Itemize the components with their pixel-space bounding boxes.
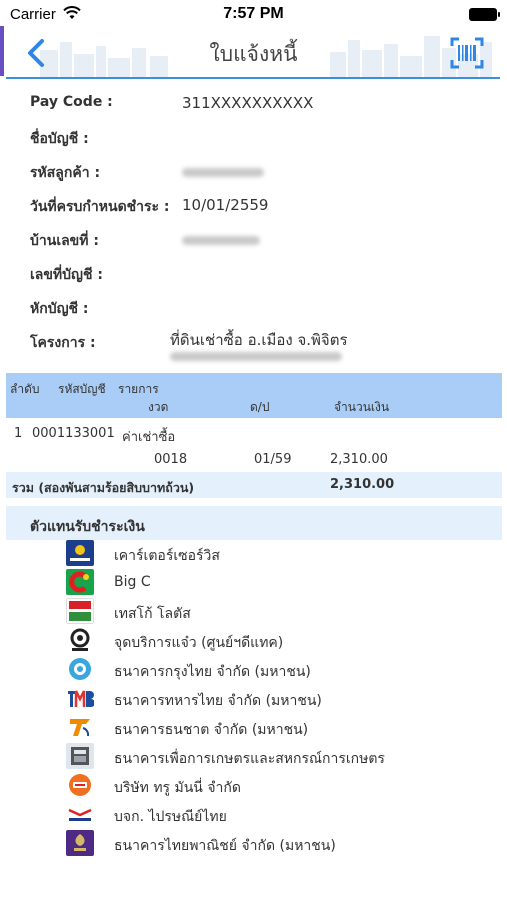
house-number-label: บ้านเลขที่ : (30, 233, 99, 249)
agent-name: เคาร์เตอร์เซอร์วิส (114, 548, 220, 564)
col-period: ด/ป (250, 400, 270, 414)
house-number-row: บ้านเลขที่ : (30, 222, 490, 252)
agent-scb: ธนาคารไทยพาณิชย์ จำกัด (มหาชน) (66, 830, 486, 858)
row-amount: 2,310.00 (330, 452, 388, 467)
items-table-header: ลำดับ รหัสบัญชี รายการ งวด ด/ป จำนวนเงิน (6, 373, 502, 418)
page-title: ใบแจ้งหนี้ (209, 42, 298, 66)
thailand-post-logo (66, 801, 94, 827)
account-number-label: เลขที่บัญชี : (30, 267, 103, 283)
tesco-lotus-logo (66, 598, 94, 624)
due-date-value: 10/01/2559 (182, 196, 269, 214)
agent-name: ธนาคารธนชาต จำกัด (มหาชน) (114, 722, 309, 738)
agent-name: จุดบริการแจ๋ว (ศูนย์ฯดีแทค) (114, 635, 284, 651)
agent-name: ธนาคารกรุงไทย จำกัด (มหาชน) (114, 664, 311, 680)
account-name-row: ชื่อบัญชี : (30, 120, 490, 150)
jaew-service-logo (66, 627, 94, 653)
debit-account-label: หักบัญชี : (30, 301, 89, 317)
redacted-customer-code (182, 168, 264, 177)
battery-icon (469, 8, 500, 21)
agent-tesco-lotus: เทสโก้ โลตัส (66, 598, 486, 626)
agent-name: บจก. ไปรษณีย์ไทย (114, 809, 227, 825)
total-amount: 2,310.00 (330, 477, 395, 492)
row-installment: 0018 (154, 452, 188, 467)
pay-code-value: 311XXXXXXXXXX (182, 94, 314, 112)
total-label: รวม (สองพันสามร้อยสิบบาทถ้วน) (12, 480, 195, 495)
agent-name: ธนาคารไทยพาณิชย์ จำกัด (มหาชน) (114, 838, 336, 854)
agent-tmb: ธนาคารทหารไทย จำกัด (มหาชน) (66, 685, 486, 713)
thanachart-logo (66, 714, 94, 740)
debit-account-row: หักบัญชี : (30, 290, 490, 320)
project-row: โครงการ : ที่ดินเช่าซื้อ อ.เมือง จ.พิจิต… (30, 324, 490, 370)
agent-thanachart: ธนาคารธนชาต จำกัด (มหาชน) (66, 714, 486, 742)
scb-logo (66, 830, 94, 856)
agent-big-c: Big C (66, 569, 486, 597)
row-item: ค่าเช่าซื้อ (122, 430, 176, 445)
due-date-row: วันที่ครบกำหนดชำระ : 10/01/2559 (30, 188, 490, 218)
barcode-scan-button[interactable] (450, 37, 484, 69)
agent-name: บริษัท ทรู มันนี่ จำกัด (114, 780, 241, 796)
row-seq: 1 (14, 426, 23, 441)
payment-agents-title: ตัวแทนรับชำระเงิน (30, 519, 145, 535)
account-number-row: เลขที่บัญชี : (30, 256, 490, 286)
row-account-code: 0001133001 (32, 426, 115, 441)
agent-name: เทสโก้ โลตัส (114, 606, 191, 622)
status-bar: Carrier 7:57 PM (0, 0, 507, 30)
agent-jaew-service: จุดบริการแจ๋ว (ศูนย์ฯดีแทค) (66, 627, 486, 655)
nav-divider (6, 77, 500, 79)
col-account-code: รหัสบัญชี (58, 382, 106, 396)
project-label: โครงการ : (30, 335, 96, 351)
agent-baac: ธนาคารเพื่อการเกษตรและสหกรณ์การเกษตร (66, 743, 486, 771)
payment-agents-header: ตัวแทนรับชำระเงิน (6, 506, 502, 540)
col-amount: จำนวนเงิน (334, 400, 390, 414)
pay-code-row: Pay Code : 311XXXXXXXXXX (30, 86, 490, 116)
agent-thailand-post: บจก. ไปรษณีย์ไทย (66, 801, 486, 829)
navigation-bar: ใบแจ้งหนี้ (0, 28, 507, 78)
agent-truemoney: บริษัท ทรู มันนี่ จำกัด (66, 772, 486, 800)
account-name-label: ชื่อบัญชี : (30, 131, 89, 147)
agent-name: ธนาคารทหารไทย จำกัด (มหาชน) (114, 693, 322, 709)
agent-krungthai: ธนาคารกรุงไทย จำกัด (มหาชน) (66, 656, 486, 684)
counter-service-logo (66, 540, 94, 566)
total-row: รวม (สองพันสามร้อยสิบบาทถ้วน) 2,310.00 (6, 472, 502, 498)
col-item: รายการ (118, 382, 159, 396)
agent-counter-service: เคาร์เตอร์เซอร์วิส (66, 540, 486, 568)
row-period: 01/59 (254, 452, 292, 467)
customer-code-label: รหัสลูกค้า : (30, 165, 101, 181)
big-c-logo (66, 569, 94, 595)
col-seq: ลำดับ (10, 382, 40, 396)
tmb-logo (66, 685, 94, 711)
redacted-house-number (182, 236, 260, 245)
col-installment: งวด (148, 400, 169, 414)
customer-code-row: รหัสลูกค้า : (30, 154, 490, 184)
due-date-label: วันที่ครบกำหนดชำระ : (30, 199, 170, 215)
krungthai-logo (66, 656, 94, 682)
baac-logo (66, 743, 94, 769)
clock: 7:57 PM (223, 5, 284, 22)
project-value: ที่ดินเช่าซื้อ อ.เมือง จ.พิจิตร (170, 331, 348, 349)
pay-code-label: Pay Code : (30, 94, 113, 110)
agent-name: Big C (114, 574, 151, 590)
truemoney-logo (66, 772, 94, 798)
redacted-project-detail (170, 352, 342, 361)
agent-name: ธนาคารเพื่อการเกษตรและสหกรณ์การเกษตร (114, 751, 385, 767)
